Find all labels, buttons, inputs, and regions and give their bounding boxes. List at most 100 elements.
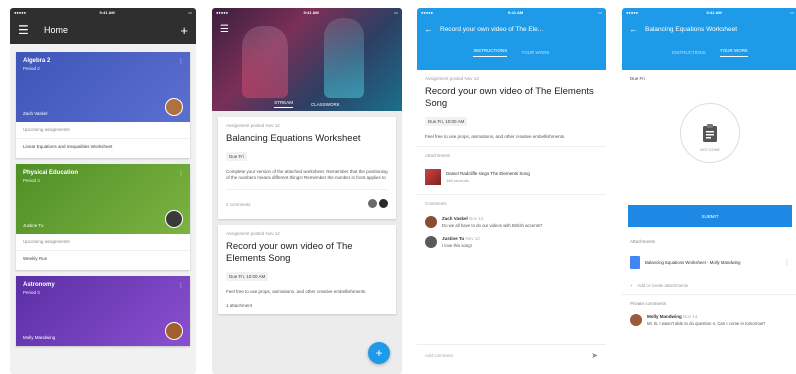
attachment-duration: 166 seconds [446,178,469,183]
class-name: Astronomy [23,282,55,288]
assignment-card[interactable]: Assignment posted Nov 12 Balancing Equat… [218,117,396,219]
class-card-algebra[interactable]: Algebra 2 Period 2 ⋮ Zach Vaskel Upcomin… [16,52,190,158]
posted-date: Assignment posted Nov 12 [226,231,280,236]
teacher-avatar [165,322,183,340]
tab-your-work[interactable]: YOUR WORK [719,48,748,57]
attachment-item[interactable]: Daniel Radcliffe sings The Elements Song… [417,164,606,190]
app-bar: ●●●●● 9:41 AM ▭ ☰ Home + [10,8,196,44]
document-icon [630,256,640,269]
due-chip: Due Fri, 10:00 AM [425,117,468,126]
due-chip: Due Fri [226,152,247,161]
app-bar: ●●●●● 9:41 AM ▭ ← Record your own video of… [417,8,606,70]
assignment-description: Feel free to use props, animations, and … [226,289,367,294]
add-comment-input[interactable]: Add comment [425,353,453,358]
comment-author: Justine Tu [442,236,465,241]
upcoming-label: Upcoming assignments [23,127,70,132]
comment-date: Nov 14 [683,314,698,319]
phone-home-screen: ●●●●● 9:41 AM ▭ ☰ Home + Algebra 2 Period … [10,8,196,374]
assignment-tabs: INSTRUCTIONS YOUR WORK [417,42,606,62]
due-date: Due Fri [630,76,645,81]
page-title: Home [44,25,69,35]
class-name: Physical Education [23,170,79,176]
private-comments-label: Private comments [630,301,667,306]
class-teacher: Molly Mandwing [23,335,56,340]
comment-composer: Add comment ➤ [417,344,606,366]
carrier-signal: ●●●●● [421,9,434,15]
add-attachment-button[interactable]: + Add or create attachments [622,277,796,294]
overflow-menu-icon[interactable]: ⋮ [178,58,184,65]
comment-author: Zach Vaskel [442,216,468,221]
class-banner[interactable]: Astronomy Period 3 ⋮ Molly Mandwing [16,276,190,346]
phone-assignment-instructions: ●●●●● 9:41 AM ▭ ← Record your own video of… [417,8,606,374]
comment-date: Nov 12 [469,216,484,221]
status-circle: NOT DONE [680,103,740,163]
attachments-count[interactable]: 1 attachment [226,303,388,308]
avatar [368,199,377,208]
stream-tabs: STREAM CLASSWORK [212,97,402,111]
header-title: Balancing Equations Worksheet [645,25,738,33]
assignment-title: Record your own video of The Elements So… [226,241,353,264]
status-bar: ●●●●● 9:41 AM ▭ [622,8,796,16]
avatar [425,236,437,248]
attachment-item[interactable]: Balancing Equations Worksheet - Molly Ma… [622,248,796,277]
class-period: Period 2 [23,66,40,71]
status-time: 9:41 AM [508,9,524,15]
flask-decoration [324,18,364,98]
submit-button[interactable]: SUBMIT [628,205,792,227]
tab-stream[interactable]: STREAM [274,100,293,108]
status-time: 9:41 AM [303,9,319,15]
status-bar: ●●●●● 9:41 AM ▭ [212,8,402,16]
teacher-avatar [165,98,183,116]
upcoming-assignment-link[interactable]: Weekly Run [16,250,190,270]
class-teacher: Zach Vaskel [23,111,48,116]
menu-icon[interactable]: ☰ [18,23,36,37]
upcoming-assignment-link[interactable]: Linear Equations and Inequalities Worksh… [16,138,190,158]
overflow-menu-icon[interactable]: ⋮ [178,282,184,289]
status-time: 9:41 AM [706,9,722,15]
tab-instructions[interactable]: INSTRUCTIONS [672,50,706,55]
menu-icon[interactable]: ☰ [220,24,229,35]
send-icon[interactable]: ➤ [591,351,598,360]
class-card-astronomy[interactable]: Astronomy Period 3 ⋮ Molly Mandwing [16,276,190,346]
plus-icon: + [630,283,633,288]
comment-date: Nov 12 [465,236,480,241]
tab-instructions[interactable]: INSTRUCTIONS [473,48,508,57]
flask-decoration [242,26,288,98]
class-name: Algebra 2 [23,58,51,64]
class-banner[interactable]: Physical Education Period 3 ⋮ Justine Tu [16,164,190,234]
comments-count-link[interactable]: 2 comments [226,202,251,207]
add-class-button[interactable]: + [180,23,188,38]
app-bar: ●●●●● 9:41 AM ▭ ← Balancing Equations Work… [622,8,796,70]
comment-item: Zach Vaskel Nov 12 Do we all have to do … [417,212,606,232]
add-button[interactable]: + [368,342,390,364]
assignment-title: Record your own video of The Elements So… [425,86,594,109]
tab-classwork[interactable]: CLASSWORK [311,102,340,107]
status-area: NOT DONE [622,87,796,199]
more-options-icon[interactable]: ⋮ [784,259,790,266]
phone-stream-screen: ●●●●● 9:41 AM ▭ ☰ STREAM CLASSWORK Assignm… [212,8,402,374]
class-teacher: Justine Tu [23,223,44,228]
status-bar: ●●●●● 9:41 AM ▭ [10,8,196,16]
comment-text: Mr. B, I wasn't able to do question 4. C… [647,321,766,326]
assignment-card[interactable]: Assignment posted Nov 12 Record your own… [218,225,396,314]
avatar [379,199,388,208]
overflow-menu-icon[interactable]: ⋮ [178,170,184,177]
back-arrow-icon[interactable]: ← [424,24,440,34]
class-banner[interactable]: Algebra 2 Period 2 ⋮ Zach Vaskel [16,52,190,122]
comment-author: Molly Mandwing [647,314,682,319]
posted-date: Assignment posted Nov 12 [425,76,479,81]
tab-your-work[interactable]: YOUR WORK [521,50,549,55]
attachment-title: Balancing Equations Worksheet - Molly Ma… [645,260,741,265]
carrier-signal: ●●●●● [14,9,27,15]
attachment-title: Daniel Radcliffe sings The Elements Song [446,171,530,176]
battery-icon: ▭ [598,9,602,15]
class-header-image: ●●●●● 9:41 AM ▭ ☰ STREAM CLASSWORK [212,8,402,111]
avatar [630,314,642,326]
battery-icon: ▭ [188,9,192,15]
class-card-physical-education[interactable]: Physical Education Period 3 ⋮ Justine Tu… [16,164,190,270]
carrier-signal: ●●●●● [626,9,639,15]
comment-item: Molly Mandwing Nov 14 Mr. B, I wasn't ab… [622,310,796,330]
assignment-description: Complete your version of the attached wo… [226,169,388,180]
back-arrow-icon[interactable]: ← [629,24,645,34]
clipboard-icon [703,124,717,142]
